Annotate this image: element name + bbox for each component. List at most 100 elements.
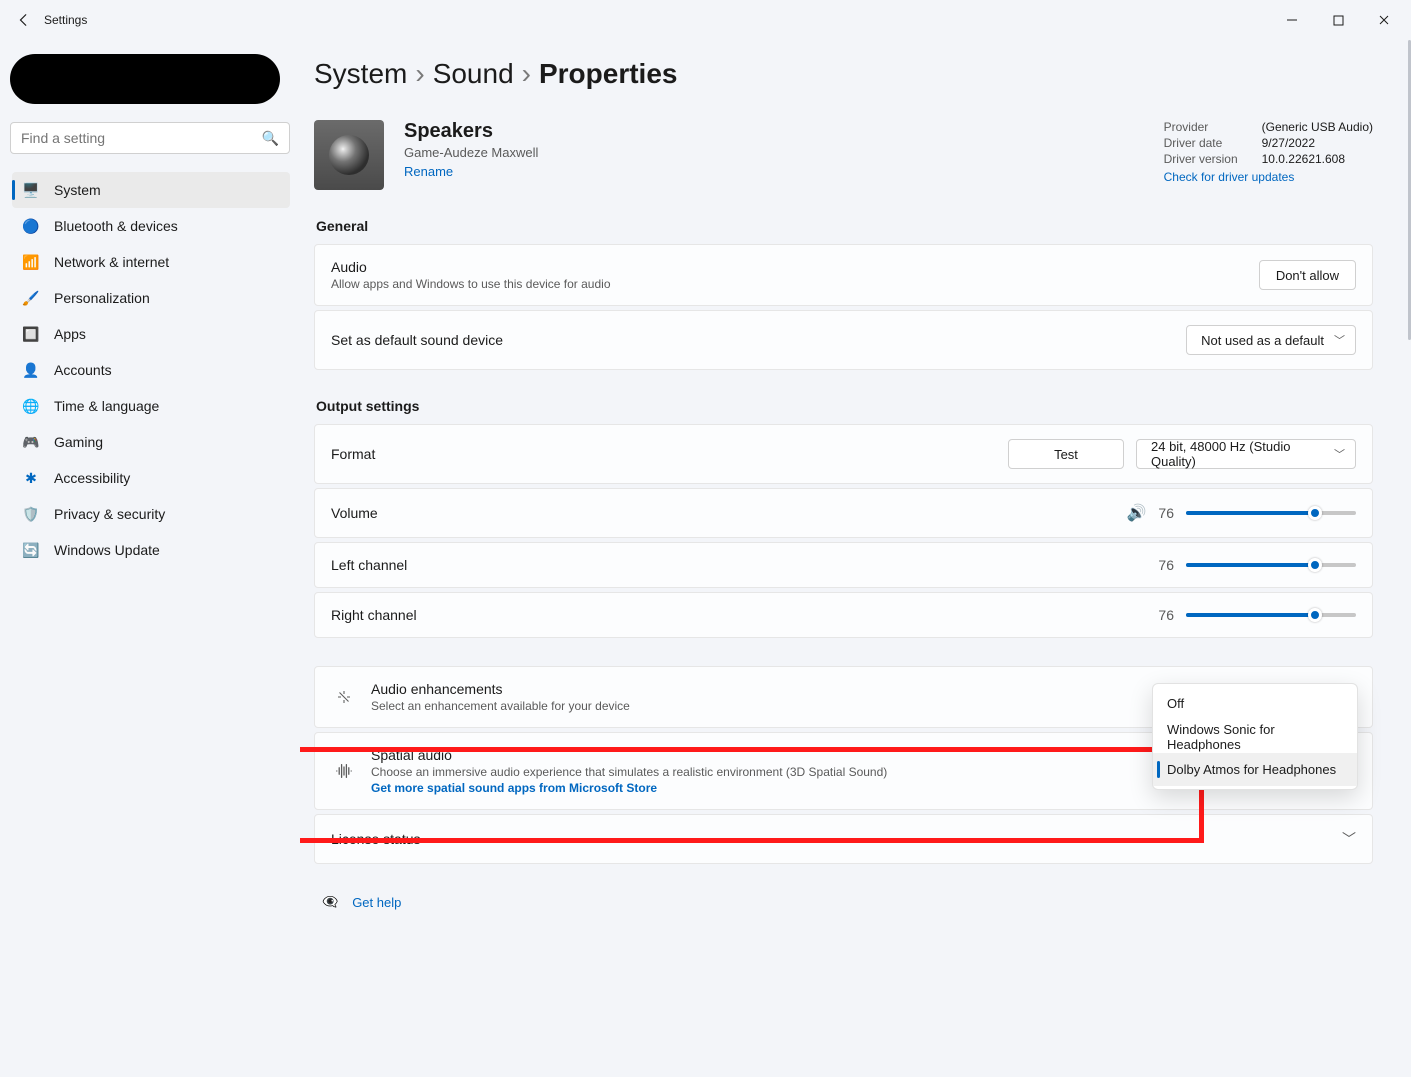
section-general: General bbox=[316, 218, 1373, 234]
sidebar-item-personalization[interactable]: 🖌️ Personalization bbox=[12, 280, 290, 316]
sidebar-item-label: Bluetooth & devices bbox=[54, 218, 178, 234]
close-button[interactable] bbox=[1361, 0, 1407, 40]
volume-value: 76 bbox=[1158, 505, 1174, 521]
device-name: Speakers bbox=[404, 120, 538, 143]
help-icon: 👁‍🗨 bbox=[322, 894, 338, 910]
format-title: Format bbox=[331, 446, 375, 462]
search-icon: 🔍 bbox=[262, 130, 279, 147]
left-value: 76 bbox=[1158, 557, 1174, 573]
rename-link[interactable]: Rename bbox=[404, 164, 538, 179]
driver-date-label: Driver date bbox=[1164, 136, 1242, 150]
sidebar-item-gaming[interactable]: 🎮 Gaming bbox=[12, 424, 290, 460]
spatial-title: Spatial audio bbox=[371, 747, 887, 763]
sidebar-item-update[interactable]: 🔄Windows Update bbox=[12, 532, 290, 568]
driver-version-label: Driver version bbox=[1164, 152, 1242, 166]
test-button[interactable]: Test bbox=[1008, 439, 1124, 469]
volume-title: Volume bbox=[331, 505, 378, 521]
get-help-link[interactable]: 👁‍🗨 Get help bbox=[322, 894, 1373, 910]
chevron-right-icon: › bbox=[415, 58, 424, 90]
check-driver-link[interactable]: Check for driver updates bbox=[1164, 170, 1373, 184]
sidebar-item-label: Network & internet bbox=[54, 254, 169, 270]
window-title: Settings bbox=[44, 13, 87, 27]
chevron-down-icon: ﹀ bbox=[1334, 332, 1345, 348]
license-card[interactable]: License status ﹀ bbox=[314, 814, 1373, 864]
spatial-option-off[interactable]: Off bbox=[1153, 687, 1357, 720]
brush-icon: 🖌️ bbox=[22, 289, 40, 307]
sidebar-item-network[interactable]: 📶 Network & internet bbox=[12, 244, 290, 280]
spatial-sub: Choose an immersive audio experience tha… bbox=[371, 765, 887, 779]
sidebar-item-bluetooth[interactable]: 🔵 Bluetooth & devices bbox=[12, 208, 290, 244]
enh-sub: Select an enhancement available for your… bbox=[371, 699, 630, 713]
sidebar-item-label: Privacy & security bbox=[54, 506, 165, 522]
default-device-card: Set as default sound device Not used as … bbox=[314, 310, 1373, 370]
sidebar-item-label: System bbox=[54, 182, 101, 198]
enhance-icon bbox=[331, 688, 357, 706]
sidebar-item-label: Gaming bbox=[54, 434, 103, 450]
default-title: Set as default sound device bbox=[331, 332, 503, 348]
sidebar-item-label: Apps bbox=[54, 326, 86, 342]
device-icon bbox=[314, 120, 384, 190]
breadcrumb-sound[interactable]: Sound bbox=[433, 58, 514, 90]
dont-allow-button[interactable]: Don't allow bbox=[1259, 260, 1356, 290]
right-channel-card: Right channel 76 bbox=[314, 592, 1373, 638]
system-icon: 🖥️ bbox=[22, 181, 40, 199]
sidebar-item-privacy[interactable]: 🛡️ Privacy & security bbox=[12, 496, 290, 532]
spatial-icon bbox=[331, 763, 357, 779]
back-button[interactable] bbox=[4, 0, 44, 40]
sidebar-item-label: Accounts bbox=[54, 362, 112, 378]
sidebar-item-time[interactable]: 🌐Time & language bbox=[12, 388, 290, 424]
spatial-option-dolby[interactable]: Dolby Atmos for Headphones bbox=[1153, 753, 1357, 786]
audio-sub: Allow apps and Windows to use this devic… bbox=[331, 277, 611, 291]
spatial-store-link[interactable]: Get more spatial sound apps from Microso… bbox=[371, 781, 887, 795]
spatial-dropdown-popup: Off Windows Sonic for Headphones Dolby A… bbox=[1152, 683, 1358, 790]
sidebar-item-accessibility[interactable]: ✱ Accessibility bbox=[12, 460, 290, 496]
right-value: 76 bbox=[1158, 607, 1174, 623]
left-channel-card: Left channel 76 bbox=[314, 542, 1373, 588]
driver-provider-label: Provider bbox=[1164, 120, 1242, 134]
left-slider[interactable] bbox=[1186, 563, 1356, 567]
driver-date-value: 9/27/2022 bbox=[1262, 136, 1315, 150]
shield-icon: 🛡️ bbox=[22, 505, 40, 523]
default-dropdown[interactable]: Not used as a default ﹀ bbox=[1186, 325, 1356, 355]
sidebar-item-system[interactable]: 🖥️ System bbox=[12, 172, 290, 208]
sidebar-item-label: Windows Update bbox=[54, 542, 160, 558]
chevron-down-icon: ﹀ bbox=[1334, 446, 1345, 462]
page-title: Properties bbox=[539, 58, 678, 90]
license-title: License status bbox=[331, 831, 421, 847]
accounts-icon: 👤 bbox=[22, 361, 40, 379]
sidebar-item-label: Personalization bbox=[54, 290, 150, 306]
device-subname: Game-Audeze Maxwell bbox=[404, 145, 538, 160]
spatial-option-sonic[interactable]: Windows Sonic for Headphones bbox=[1153, 720, 1357, 753]
gaming-icon: 🎮 bbox=[22, 433, 40, 451]
bluetooth-icon: 🔵 bbox=[22, 217, 40, 235]
volume-slider[interactable] bbox=[1186, 511, 1356, 515]
left-title: Left channel bbox=[331, 557, 407, 573]
chevron-down-icon: ﹀ bbox=[1342, 829, 1356, 849]
spatial-audio-card: Spatial audio Choose an immersive audio … bbox=[314, 732, 1373, 810]
sidebar-item-label: Time & language bbox=[54, 398, 159, 414]
format-card: Format Test 24 bit, 48000 Hz (Studio Qua… bbox=[314, 424, 1373, 484]
format-dropdown[interactable]: 24 bit, 48000 Hz (Studio Quality) ﹀ bbox=[1136, 439, 1356, 469]
apps-icon: 🔲 bbox=[22, 325, 40, 343]
audio-allow-card: Audio Allow apps and Windows to use this… bbox=[314, 244, 1373, 306]
volume-card: Volume 🔊 76 bbox=[314, 488, 1373, 538]
audio-title: Audio bbox=[331, 259, 611, 275]
search-input[interactable]: 🔍 bbox=[10, 122, 290, 154]
volume-icon: 🔊 bbox=[1127, 503, 1147, 523]
search-field[interactable] bbox=[21, 130, 262, 146]
driver-info: Provider(Generic USB Audio) Driver date9… bbox=[1164, 120, 1373, 184]
user-avatar-pill bbox=[10, 54, 280, 104]
sidebar-item-label: Accessibility bbox=[54, 470, 130, 486]
maximize-button[interactable] bbox=[1315, 0, 1361, 40]
breadcrumb-system[interactable]: System bbox=[314, 58, 407, 90]
accessibility-icon: ✱ bbox=[22, 469, 40, 487]
get-help-label: Get help bbox=[352, 895, 401, 910]
breadcrumb: System › Sound › Properties bbox=[314, 58, 1373, 90]
wifi-icon: 📶 bbox=[22, 253, 40, 271]
driver-version-value: 10.0.22621.608 bbox=[1262, 152, 1345, 166]
right-slider[interactable] bbox=[1186, 613, 1356, 617]
sidebar-item-accounts[interactable]: 👤 Accounts bbox=[12, 352, 290, 388]
sidebar-item-apps[interactable]: 🔲 Apps bbox=[12, 316, 290, 352]
minimize-button[interactable] bbox=[1269, 0, 1315, 40]
section-output: Output settings bbox=[316, 398, 1373, 414]
